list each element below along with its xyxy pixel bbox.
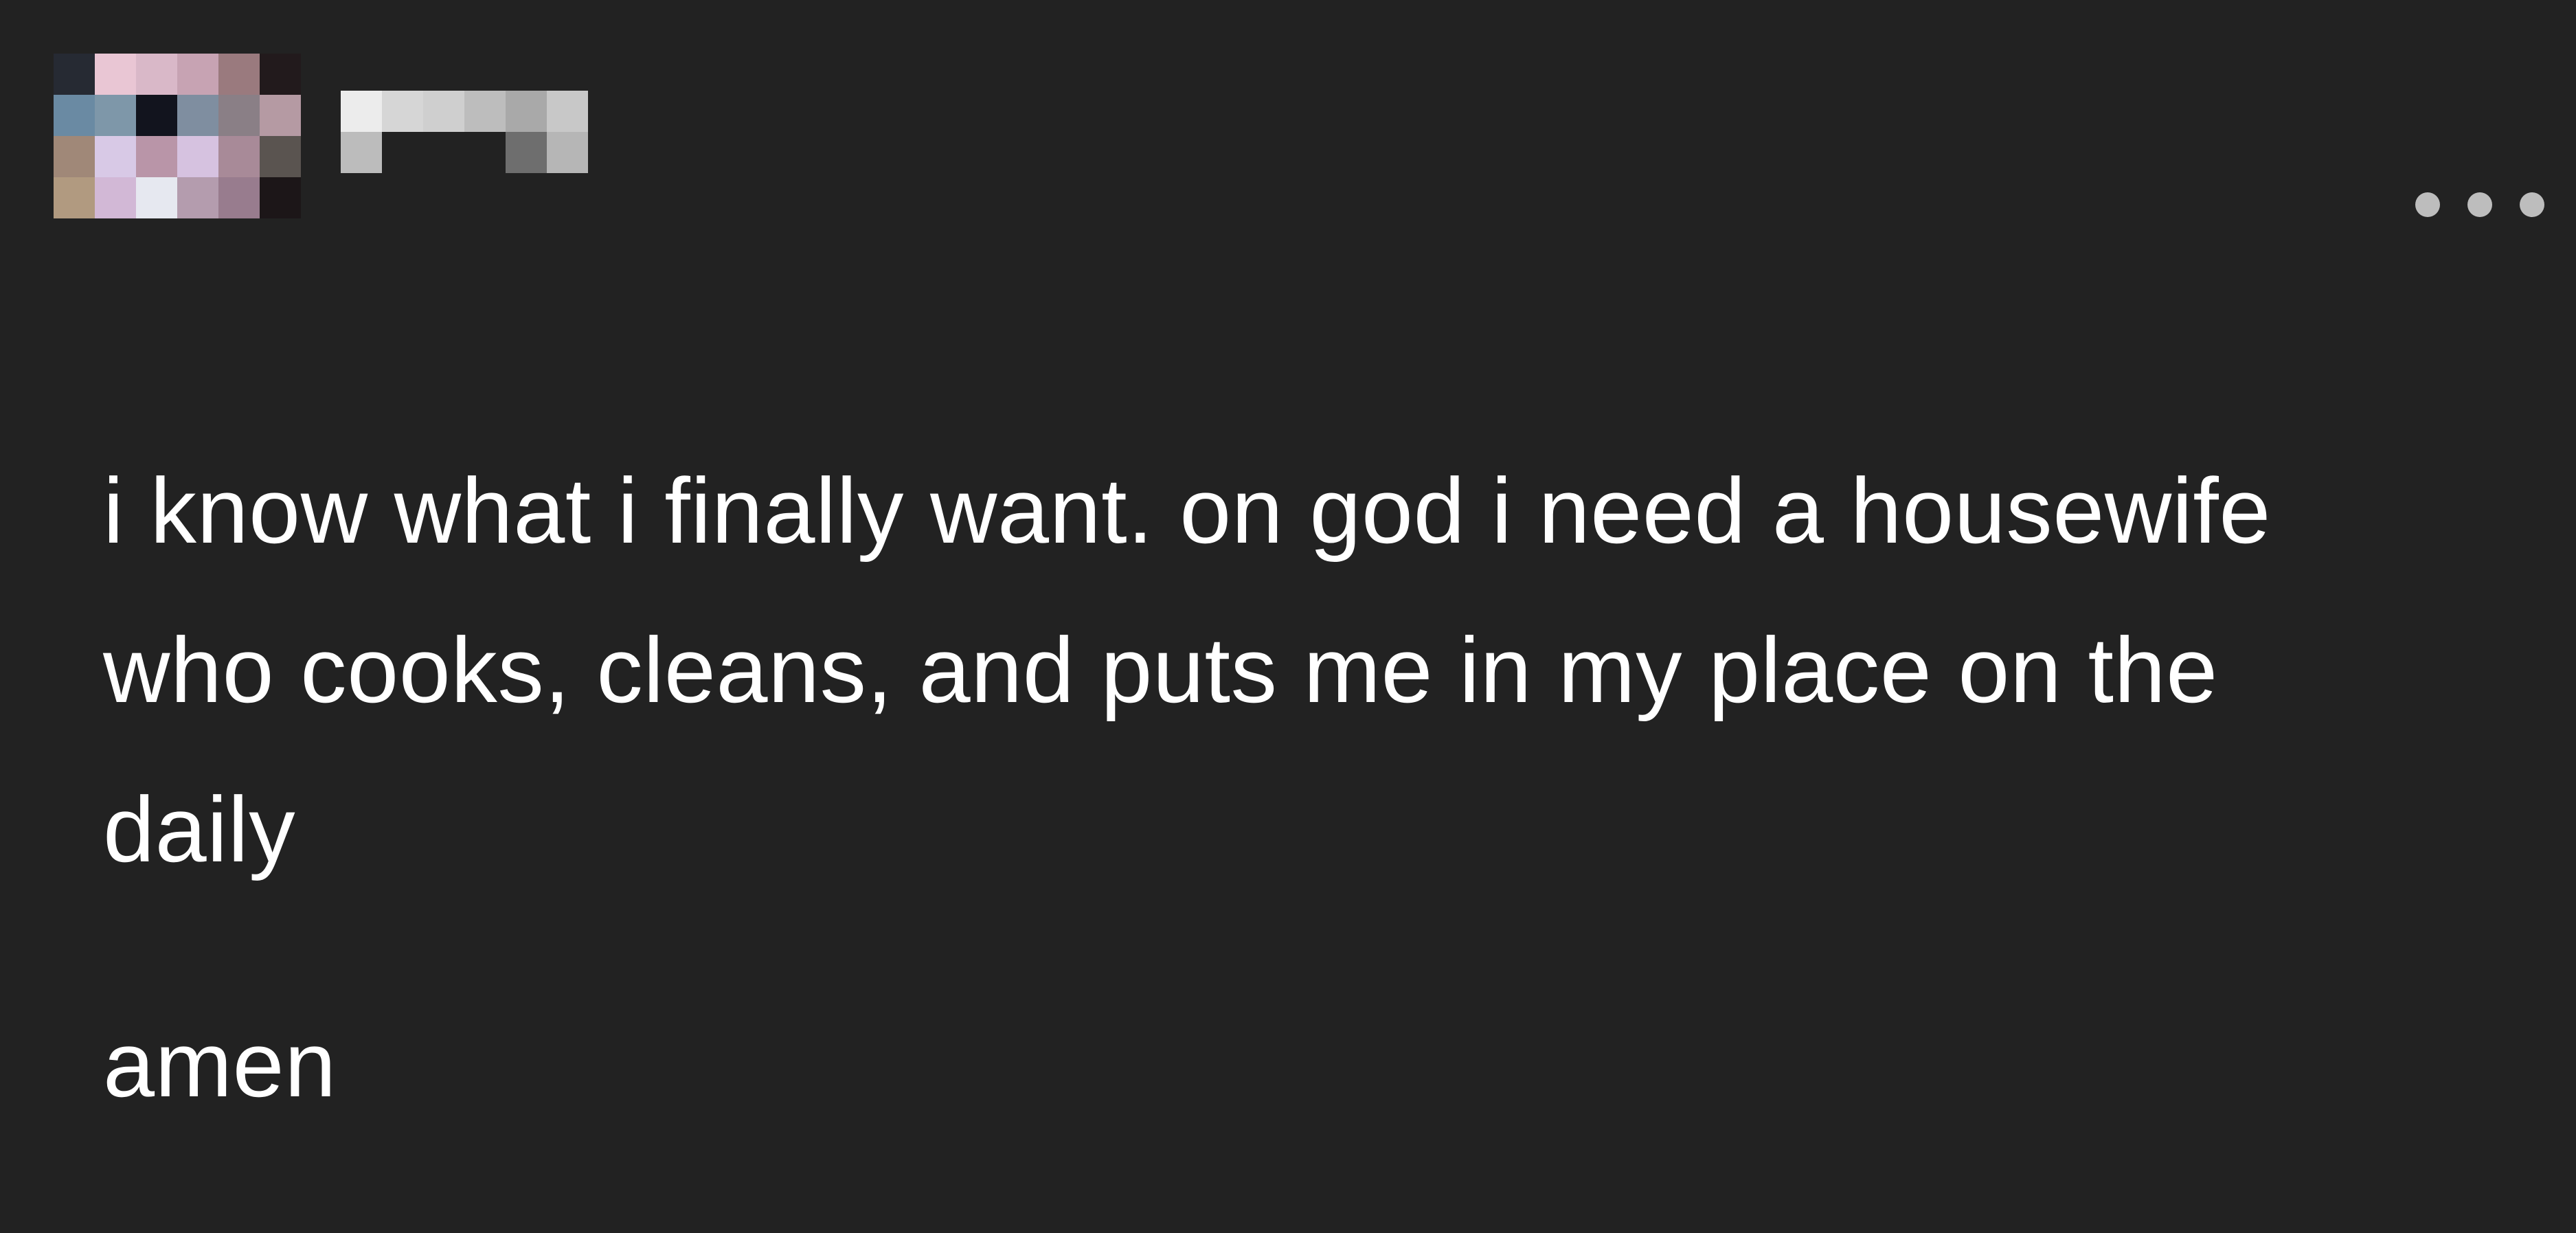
ellipsis-icon <box>2467 192 2492 217</box>
ellipsis-icon <box>2415 192 2440 217</box>
more-options-button[interactable] <box>2411 184 2549 225</box>
post-header <box>54 49 2544 228</box>
post-card: i know what i finally want. on god i nee… <box>0 0 2576 1233</box>
post-body: i know what i finally want. on god i nee… <box>103 431 2480 1144</box>
post-paragraph: amen <box>103 1013 337 1116</box>
ellipsis-icon <box>2520 192 2544 217</box>
avatar[interactable] <box>54 54 301 218</box>
username[interactable] <box>341 91 602 180</box>
post-paragraph: i know what i finally want. on god i nee… <box>103 459 2271 881</box>
